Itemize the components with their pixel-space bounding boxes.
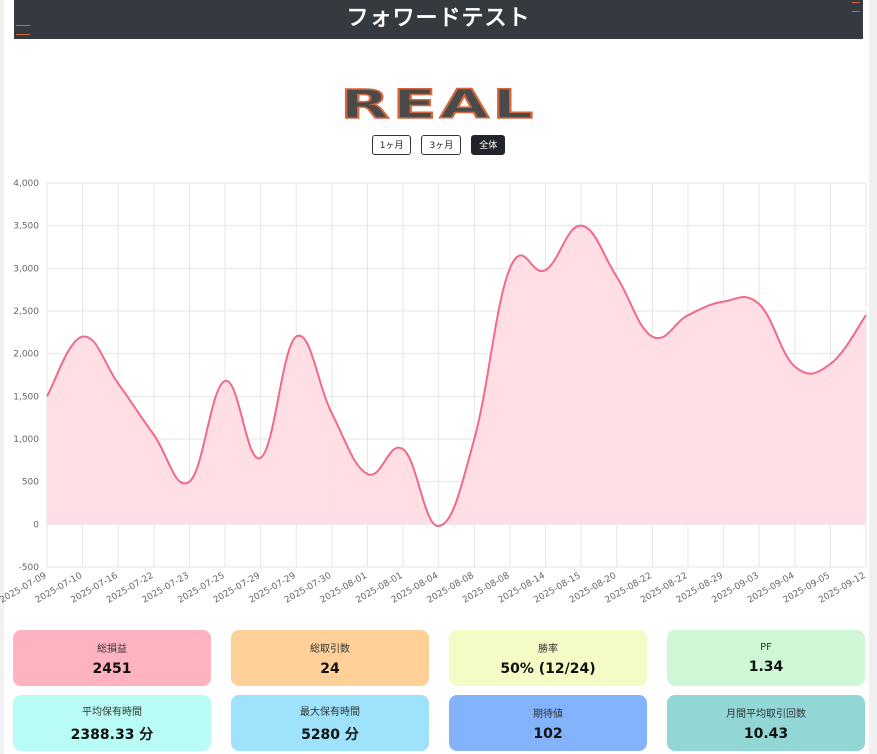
data-point (223, 379, 227, 383)
stat-label: 勝率 (538, 643, 558, 655)
page-title: フォワードテスト (346, 5, 531, 31)
corner-decoration-left (16, 25, 30, 35)
stat-card-total-trades: 総取引数 24 (231, 630, 429, 686)
y-tick-label: 0 (33, 520, 39, 530)
data-point (45, 394, 49, 398)
data-point (401, 447, 405, 451)
data-point (472, 437, 476, 441)
data-point (365, 472, 369, 476)
y-tick-label: 1,000 (13, 435, 39, 445)
stat-value: 2451 (92, 660, 132, 677)
stats-grid: 総損益 2451 総取引数 24 勝率 50% (12/24) PF 1.34 … (13, 630, 865, 751)
data-point (864, 313, 868, 317)
data-point (116, 382, 120, 386)
data-point (722, 300, 726, 304)
real-logo: REAL (0, 81, 877, 129)
data-point (152, 433, 156, 437)
y-tick-label: 1,500 (13, 392, 39, 402)
range-3-month-button[interactable]: 3ヶ月 (421, 135, 462, 155)
stat-value: 5280 分 (301, 726, 359, 743)
y-tick-label: 2,500 (13, 307, 39, 317)
stat-label: 総取引数 (310, 643, 350, 655)
range-1-month-button[interactable]: 1ヶ月 (371, 135, 412, 155)
stat-card-avg-hold-time: 平均保有時間 2388.33 分 (13, 695, 211, 751)
stat-card-pf: PF 1.34 (667, 630, 865, 686)
stat-card-total-pnl: 総損益 2451 (13, 630, 211, 686)
stat-label: 平均保有時間 (82, 706, 142, 718)
range-all-button[interactable]: 全体 (471, 135, 506, 155)
stat-value: 2388.33 分 (70, 726, 154, 743)
y-tick-label: 4,000 (13, 179, 39, 189)
y-tick-label: 3,000 (13, 264, 39, 274)
data-point (793, 364, 797, 368)
stat-label: 期待値 (533, 708, 563, 720)
data-point (294, 335, 298, 339)
stat-value: 102 (533, 725, 563, 742)
stat-label: 最大保有時間 (300, 706, 360, 718)
stat-card-monthly-trades: 月間平均取引回数 10.43 (667, 695, 865, 751)
data-point (828, 362, 832, 366)
stat-value: 10.43 (743, 725, 789, 742)
logo-text: REAL (339, 81, 537, 129)
stat-card-expectancy: 期待値 102 (449, 695, 647, 751)
stat-value: 24 (320, 660, 340, 677)
data-point (615, 275, 619, 279)
y-tick-label: 2,000 (13, 350, 39, 360)
y-tick-label: 3,500 (13, 222, 39, 232)
y-tick-label: -500 (19, 563, 40, 573)
data-point (259, 456, 263, 460)
data-point (650, 335, 654, 339)
data-point (544, 268, 548, 272)
data-point (187, 480, 191, 484)
stat-label: PF (760, 641, 772, 653)
corner-decoration-right (852, 2, 860, 12)
stat-card-win-rate: 勝率 50% (12/24) (449, 630, 647, 686)
range-selector: 1ヶ月 3ヶ月 全体 (0, 135, 877, 155)
y-tick-label: 500 (22, 478, 39, 488)
stat-label: 総損益 (97, 643, 127, 655)
page-header: フォワードテスト (14, 0, 863, 39)
stat-value: 50% (12/24) (500, 660, 596, 677)
equity-chart: -500 0 500 1,000 1,500 2,000 2,500 3,000 3,500 4,… (0, 179, 868, 606)
series-area (47, 225, 866, 527)
stat-label: 月間平均取引回数 (726, 708, 806, 720)
data-point (757, 302, 761, 306)
data-point (330, 411, 334, 415)
data-point (508, 266, 512, 270)
data-point (579, 224, 583, 228)
stat-card-max-hold-time: 最大保有時間 5280 分 (231, 695, 429, 751)
data-point (686, 313, 690, 317)
data-point (81, 335, 85, 339)
data-point (437, 524, 441, 528)
stat-value: 1.34 (748, 658, 784, 675)
